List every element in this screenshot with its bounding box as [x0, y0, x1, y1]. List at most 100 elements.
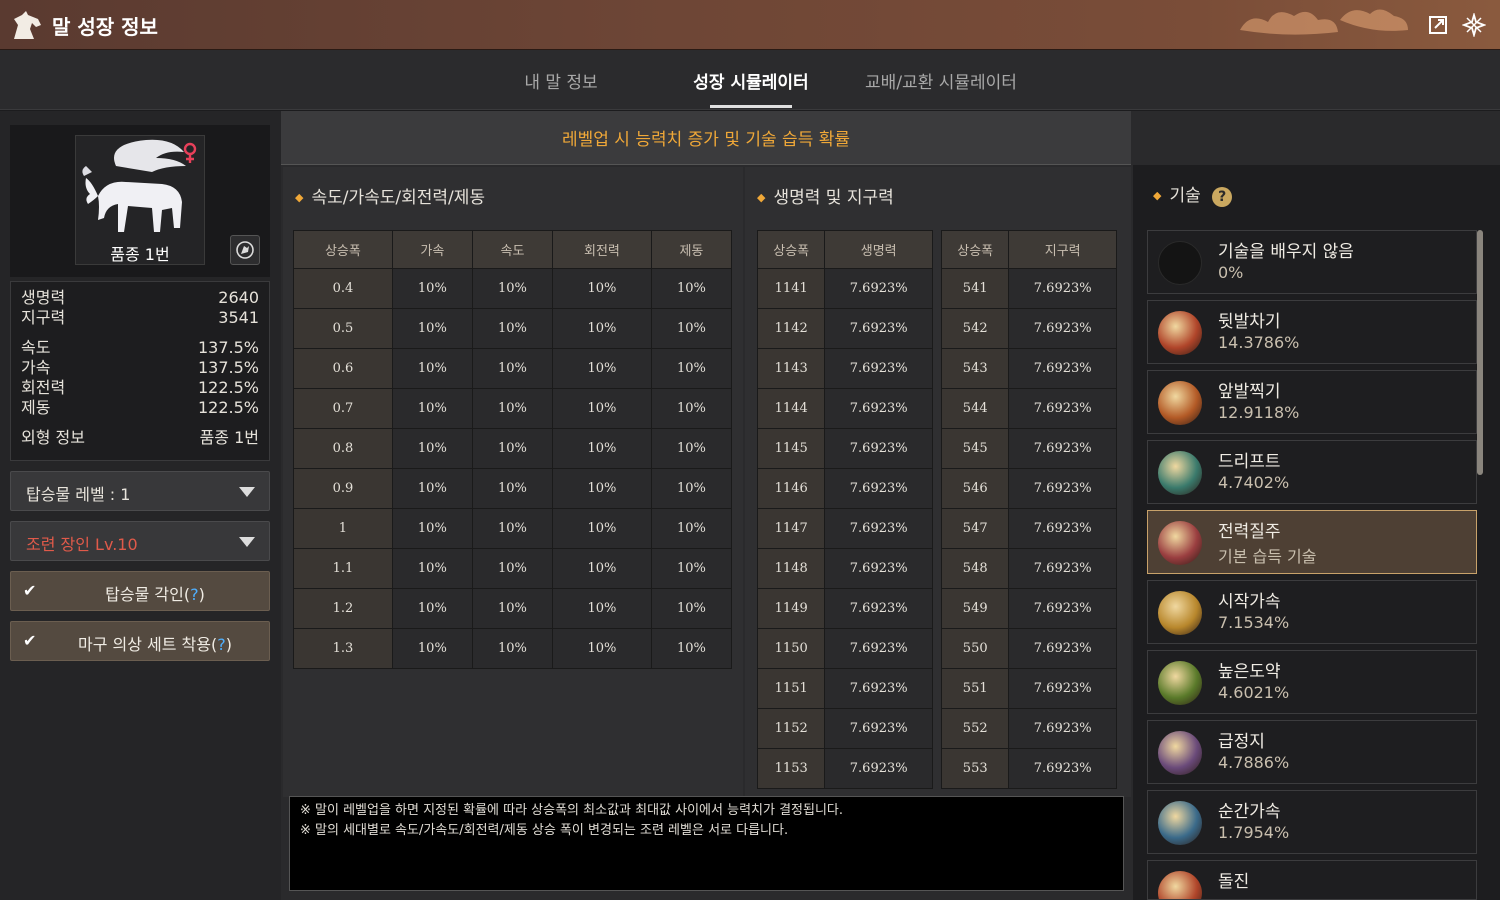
probability-cell: 10% [650, 388, 733, 429]
horse-swap-icon [236, 241, 254, 259]
section-header: 레벨업 시 능력치 증가 및 기술 습득 확률 [281, 111, 1131, 165]
probability-cell: 7.6923% [1008, 748, 1117, 789]
skill-probability: 7.1534% [1218, 613, 1290, 632]
skill-icon [1158, 661, 1202, 705]
probability-cell: 10% [552, 268, 652, 309]
skill-probability: 14.3786% [1218, 333, 1300, 352]
column-header: 상승폭 [293, 230, 393, 269]
column-header: 가속 [391, 230, 473, 269]
probability-cell: 10% [471, 548, 554, 589]
probability-cell: 10% [391, 628, 473, 669]
table-row: 544 7.6923% [940, 388, 1117, 429]
stat-speed: 속도 137.5% [21, 338, 259, 358]
increment-cell: 1.1 [293, 548, 393, 589]
probability-cell: 7.6923% [824, 588, 933, 629]
skill-item[interactable]: 순간가속 1.7954% [1147, 790, 1477, 854]
increment-cell: 1152 [756, 708, 826, 749]
chevron-down-icon [239, 487, 255, 497]
increment-cell: 0.8 [293, 428, 393, 469]
stat-turn-label: 회전력 [21, 378, 66, 397]
skill-probability: 0% [1218, 263, 1244, 282]
increment-cell: 550 [940, 628, 1010, 669]
table-row: 548 7.6923% [940, 548, 1117, 589]
female-icon [183, 142, 197, 163]
probability-cell: 7.6923% [1008, 468, 1117, 509]
increment-cell: 0.5 [293, 308, 393, 349]
increment-cell: 1148 [756, 548, 826, 589]
probability-cell: 7.6923% [824, 268, 933, 309]
table-row: 553 7.6923% [940, 748, 1117, 789]
tab-breeding-simulator[interactable]: 교배/교환 시뮬레이터 [850, 68, 1032, 93]
skill-item[interactable]: 뒷발차기 14.3786% [1147, 300, 1477, 364]
increment-cell: 542 [940, 308, 1010, 349]
stat-appearance: 외형 정보 품종 1번 [21, 428, 259, 448]
probability-cell: 10% [471, 508, 554, 549]
probability-cell: 7.6923% [824, 748, 933, 789]
table-row: 1144 7.6923% [756, 388, 933, 429]
probability-cell: 7.6923% [1008, 348, 1117, 389]
probability-cell: 10% [471, 468, 554, 509]
skill-icon [1158, 591, 1202, 635]
increment-cell: 0.6 [293, 348, 393, 389]
skill-item[interactable]: 돌진 [1147, 860, 1477, 900]
horse-portrait-frame: 품종 1번 [10, 125, 270, 277]
skill-name: 전력질주 [1218, 522, 1281, 542]
close-icon[interactable] [1460, 11, 1488, 39]
engrave-checkbox[interactable]: ✔ 탑승물 각인(?) [10, 571, 270, 611]
help-icon[interactable]: ? [190, 585, 199, 604]
increment-cell: 0.9 [293, 468, 393, 509]
tab-my-horse[interactable]: 내 말 정보 [500, 68, 622, 93]
probability-cell: 7.6923% [1008, 588, 1117, 629]
skill-icon [1158, 801, 1202, 845]
skill-icon [1158, 871, 1202, 899]
skill-item[interactable]: 드리프트 4.7402% [1147, 440, 1477, 504]
increment-cell: 545 [940, 428, 1010, 469]
growth-simulator-panel: 레벨업 시 능력치 증가 및 기술 습득 확률 ◆ 속도/가속도/회전력/제동 상… [281, 111, 1500, 900]
table-row: 1147 7.6923% [756, 508, 933, 549]
table-row: 1143 7.6923% [756, 348, 933, 389]
skill-item[interactable]: 높은도약 4.6021% [1147, 650, 1477, 714]
probability-cell: 7.6923% [1008, 708, 1117, 749]
stat-hp: 생명력 2640 [21, 288, 259, 308]
skill-item[interactable]: 기술을 배우지 않음 0% [1147, 230, 1477, 294]
column-header: 지구력 [1008, 230, 1117, 269]
skill-name: 앞발찍기 [1218, 382, 1281, 402]
table-row: 545 7.6923% [940, 428, 1117, 469]
stat-speed-value: 137.5% [197, 338, 259, 357]
costume-checkbox[interactable]: ✔ 마구 의상 세트 착용(?) [10, 621, 270, 661]
table-row: 541 7.6923% [940, 268, 1117, 309]
increment-cell: 543 [940, 348, 1010, 389]
skill-item[interactable]: 시작가속 7.1534% [1147, 580, 1477, 644]
skills-scrollbar[interactable] [1477, 230, 1483, 475]
skills-panel: ◆ 기술 ? 기술을 배우지 않음 0% 뒷발차기 14.3786% 앞발찍기 12.911… [1133, 165, 1500, 900]
trainer-level-dropdown[interactable]: 조련 장인 Lv.10 [10, 521, 270, 561]
increment-cell: 0.7 [293, 388, 393, 429]
mount-level-dropdown[interactable]: 탑승물 레벨 : 1 [10, 471, 270, 511]
probability-cell: 10% [471, 428, 554, 469]
probability-cell: 10% [650, 628, 733, 669]
help-icon[interactable]: ? [217, 635, 226, 654]
skill-item[interactable]: 앞발찍기 12.9118% [1147, 370, 1477, 434]
mount-level-value: 탑승물 레벨 : 1 [26, 485, 131, 504]
table-row: 1149 7.6923% [756, 588, 933, 629]
help-icon[interactable]: ? [1212, 187, 1233, 207]
skill-icon [1158, 451, 1202, 495]
horse-action-button[interactable] [230, 235, 260, 265]
notice-line: ※ 말이 레벨업을 하면 지정된 확률에 따라 상승폭의 최소값과 최대값 사이… [300, 803, 844, 818]
tab-growth-simulator[interactable]: 성장 시뮬레이터 [680, 68, 822, 93]
increment-cell: 551 [940, 668, 1010, 709]
popout-icon[interactable] [1424, 11, 1452, 39]
probability-cell: 10% [650, 348, 733, 389]
probability-cell: 10% [471, 588, 554, 629]
increment-cell: 1143 [756, 348, 826, 389]
skill-probability: 4.7886% [1218, 753, 1290, 772]
table-row: 0.5 10% 10% 10% 10% [293, 308, 733, 349]
probability-cell: 10% [650, 548, 733, 589]
diamond-icon: ◆ [757, 191, 766, 204]
notice-box: ※ 말이 레벨업을 하면 지정된 확률에 따라 상승폭의 최소값과 최대값 사이… [289, 796, 1124, 891]
skill-item[interactable]: 전력질주 기본 습득 기술 [1147, 510, 1477, 574]
skill-item[interactable]: 급정지 4.7886% [1147, 720, 1477, 784]
probability-cell: 7.6923% [824, 508, 933, 549]
probability-cell: 7.6923% [824, 388, 933, 429]
increment-cell: 553 [940, 748, 1010, 789]
